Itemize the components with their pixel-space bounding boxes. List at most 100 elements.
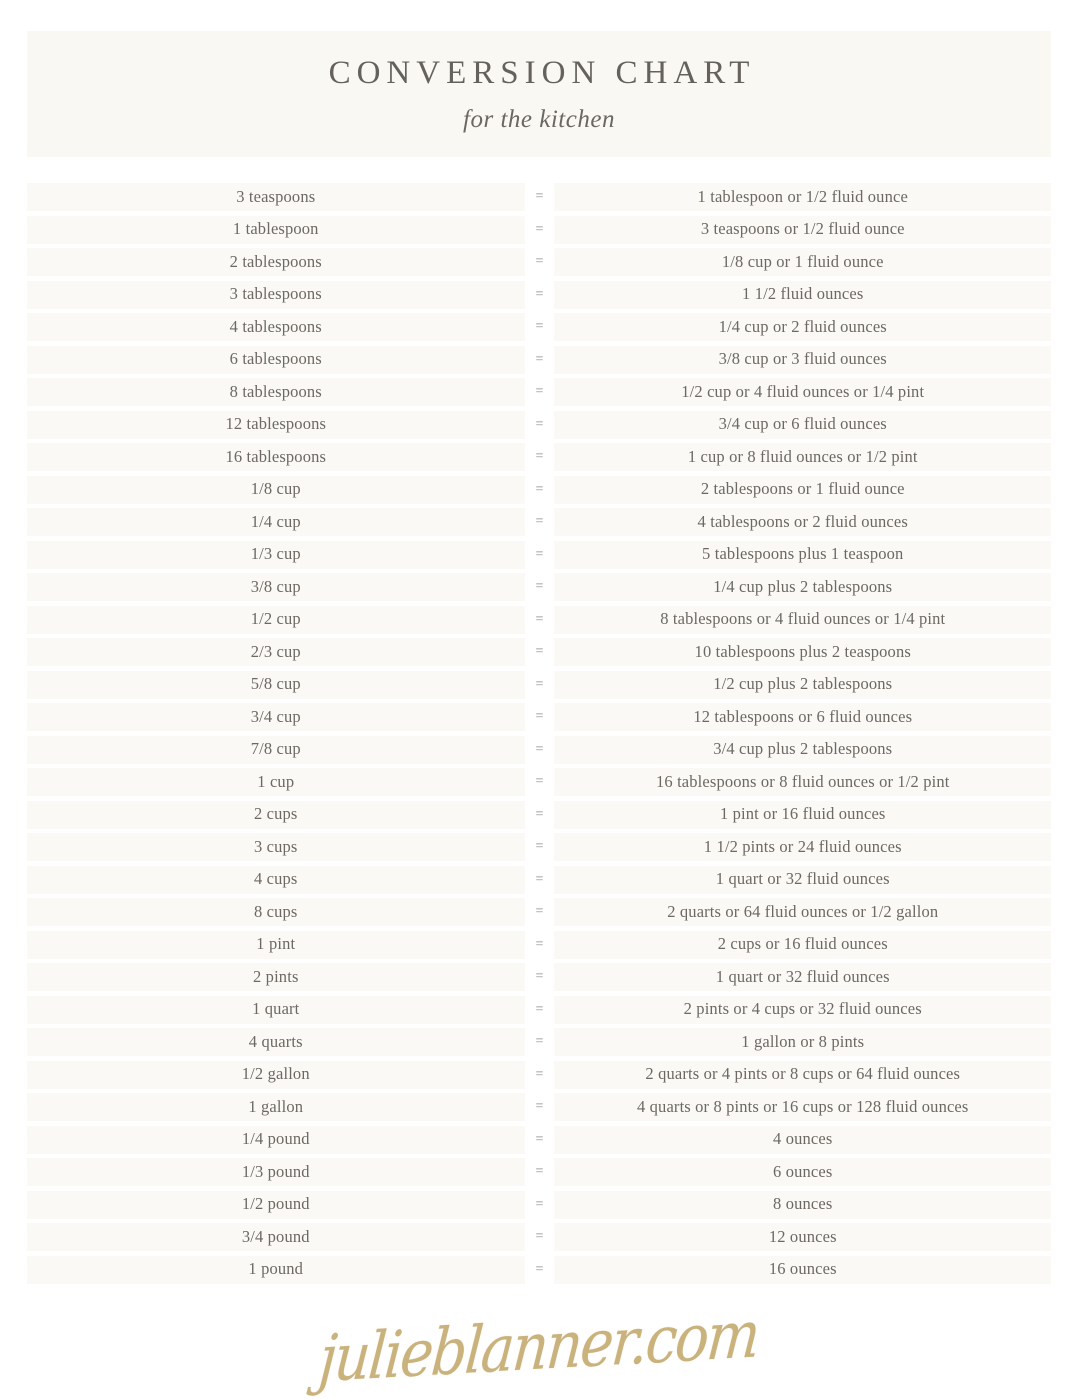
equals-symbol: = <box>535 741 544 757</box>
conversion-to: 5 tablespoons plus 1 teaspoon <box>554 540 1051 569</box>
equals-symbol: = <box>535 936 544 952</box>
conversion-to: 8 tablespoons or 4 fluid ounces or 1/4 p… <box>554 605 1051 634</box>
equals-symbol: = <box>535 1261 544 1277</box>
conversion-to: 4 quarts or 8 pints or 16 cups or 128 fl… <box>554 1093 1051 1121</box>
footer: julieblanner.com <box>0 1298 1077 1398</box>
conversion-from: 3 tablespoons <box>27 280 525 309</box>
page-title: CONVERSION CHART <box>328 54 756 91</box>
conversion-to: 16 tablespoons or 8 fluid ounces or 1/2 … <box>554 768 1051 796</box>
conversion-from: 4 quarts <box>27 1028 525 1056</box>
table-row: 1/3 cup = 5 tablespoons plus 1 teaspoon <box>27 540 1051 569</box>
conversion-to: 6 ounces <box>554 1158 1051 1186</box>
conversion-from: 2 pints <box>27 963 525 991</box>
conversion-to: 1/2 cup or 4 fluid ounces or 1/4 pint <box>554 378 1051 406</box>
conversion-from: 1/4 cup <box>27 508 525 536</box>
equals-symbol: = <box>535 189 544 204</box>
equals-symbol: = <box>535 1034 544 1049</box>
equals-symbol: = <box>535 481 544 497</box>
conversion-to: 12 ounces <box>554 1223 1051 1251</box>
conversion-to: 12 tablespoons or 6 fluid ounces <box>554 703 1051 731</box>
equals-symbol: = <box>535 1164 544 1179</box>
conversion-to: 2 quarts or 64 fluid ounces or 1/2 gallo… <box>554 898 1051 926</box>
table-row: 1 gallon = 4 quarts or 8 pints or 16 cups … <box>27 1093 1051 1121</box>
conversion-to: 1 pint or 16 fluid ounces <box>554 800 1051 829</box>
conversion-from: 1/4 pound <box>27 1125 525 1154</box>
table-row: 4 cups = 1 quart or 32 fluid ounces <box>27 865 1051 894</box>
equals-symbol: = <box>535 611 544 627</box>
conversion-from: 1/8 cup <box>27 475 525 504</box>
table-row: 2/3 cup = 10 tablespoons plus 2 teaspoons <box>27 638 1051 666</box>
equals-symbol: = <box>535 416 544 432</box>
conversion-from: 2/3 cup <box>27 638 525 666</box>
conversion-from: 1 quart <box>27 995 525 1024</box>
table-row: 1/4 pound = 4 ounces <box>27 1125 1051 1154</box>
conversion-to: 1/4 cup or 2 fluid ounces <box>554 313 1051 341</box>
conversion-from: 3/4 pound <box>27 1223 525 1251</box>
equals-symbol: = <box>535 676 544 692</box>
conversion-from: 6 tablespoons <box>27 345 525 374</box>
conversion-from: 4 cups <box>27 865 525 894</box>
conversion-from: 8 tablespoons <box>27 378 525 406</box>
conversion-to: 3 teaspoons or 1/2 fluid ounce <box>554 215 1051 244</box>
page-subtitle: for the kitchen <box>463 105 615 133</box>
conversion-to: 2 tablespoons or 1 fluid ounce <box>554 475 1051 504</box>
conversion-to: 1 1/2 pints or 24 fluid ounces <box>554 833 1051 861</box>
conversion-from: 3 cups <box>27 833 525 861</box>
conversion-from: 12 tablespoons <box>27 410 525 439</box>
conversion-from: 1 pint <box>27 930 525 959</box>
conversion-from: 1/2 cup <box>27 605 525 634</box>
table-row: 1 quart = 2 pints or 4 cups or 32 fluid ou… <box>27 995 1051 1024</box>
table-row: 4 quarts = 1 gallon or 8 pints <box>27 1028 1051 1056</box>
equals-symbol: = <box>535 969 544 984</box>
conversion-from: 2 cups <box>27 800 525 829</box>
equals-symbol: = <box>535 319 544 334</box>
equals-symbol: = <box>535 871 544 887</box>
conversion-to: 16 ounces <box>554 1255 1051 1284</box>
equals-symbol: = <box>535 384 544 399</box>
conversion-to: 3/4 cup plus 2 tablespoons <box>554 735 1051 764</box>
table-row: 3 teaspoons = 1 tablespoon or 1/2 fluid ou… <box>27 183 1051 211</box>
equals-symbol: = <box>535 514 544 529</box>
equals-symbol: = <box>535 1001 544 1017</box>
conversion-from: 1 tablespoon <box>27 215 525 244</box>
conversion-from: 2 tablespoons <box>27 248 525 276</box>
table-row: 3/8 cup = 1/4 cup plus 2 tablespoons <box>27 573 1051 601</box>
table-row: 1 pint = 2 cups or 16 fluid ounces <box>27 930 1051 959</box>
conversion-to: 4 ounces <box>554 1125 1051 1154</box>
brand-logo: julieblanner.com <box>316 1297 762 1398</box>
equals-symbol: = <box>535 1196 544 1212</box>
equals-symbol: = <box>535 1099 544 1114</box>
equals-symbol: = <box>535 774 544 789</box>
equals-symbol: = <box>535 1066 544 1082</box>
conversion-to: 10 tablespoons plus 2 teaspoons <box>554 638 1051 666</box>
conversion-to: 1/2 cup plus 2 tablespoons <box>554 670 1051 699</box>
table-row: 2 pints = 1 quart or 32 fluid ounces <box>27 963 1051 991</box>
equals-symbol: = <box>535 546 544 562</box>
conversion-to: 1 tablespoon or 1/2 fluid ounce <box>554 183 1051 211</box>
equals-symbol: = <box>535 806 544 822</box>
table-row: 1 cup = 16 tablespoons or 8 fluid ounces o… <box>27 768 1051 796</box>
conversion-to: 4 tablespoons or 2 fluid ounces <box>554 508 1051 536</box>
table-row: 3/4 pound = 12 ounces <box>27 1223 1051 1251</box>
table-row: 6 tablespoons = 3/8 cup or 3 fluid ounces <box>27 345 1051 374</box>
table-row: 1/2 gallon = 2 quarts or 4 pints or 8 cups… <box>27 1060 1051 1089</box>
table-row: 7/8 cup = 3/4 cup plus 2 tablespoons <box>27 735 1051 764</box>
conversion-from: 3/4 cup <box>27 703 525 731</box>
table-row: 1 pound = 16 ounces <box>27 1255 1051 1284</box>
conversion-table: 3 teaspoons = 1 tablespoon or 1/2 fluid ou… <box>27 183 1051 1288</box>
conversion-from: 1 pound <box>27 1255 525 1284</box>
table-row: 2 cups = 1 pint or 16 fluid ounces <box>27 800 1051 829</box>
conversion-to: 1 1/2 fluid ounces <box>554 280 1051 309</box>
conversion-from: 3/8 cup <box>27 573 525 601</box>
equals-symbol: = <box>535 221 544 237</box>
table-row: 4 tablespoons = 1/4 cup or 2 fluid ounces <box>27 313 1051 341</box>
table-row: 2 tablespoons = 1/8 cup or 1 fluid ounce <box>27 248 1051 276</box>
conversion-from: 8 cups <box>27 898 525 926</box>
equals-symbol: = <box>535 254 544 269</box>
conversion-to: 2 pints or 4 cups or 32 fluid ounces <box>554 995 1051 1024</box>
conversion-to: 1/8 cup or 1 fluid ounce <box>554 248 1051 276</box>
conversion-chart-page: CONVERSION CHART for the kitchen 3 teasp… <box>0 0 1077 1400</box>
equals-symbol: = <box>535 1229 544 1244</box>
conversion-from: 4 tablespoons <box>27 313 525 341</box>
table-row: 1/2 pound = 8 ounces <box>27 1190 1051 1219</box>
